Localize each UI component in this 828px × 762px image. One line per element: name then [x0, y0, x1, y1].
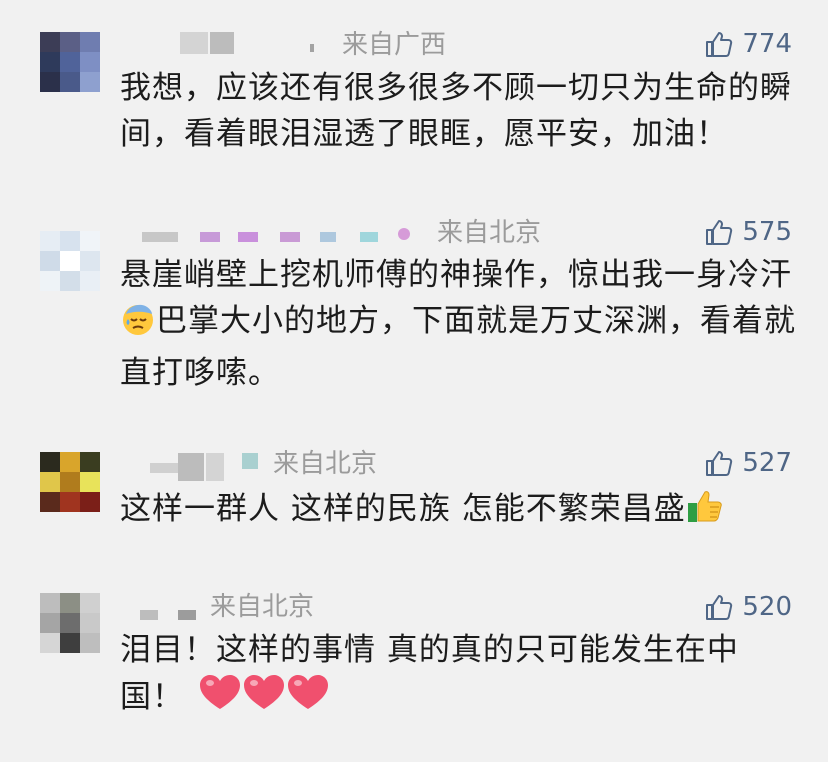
comment-location: 来自北京 [273, 449, 378, 479]
avatar-pixel [60, 72, 80, 92]
thumbs-up-emoji-icon [686, 485, 726, 538]
like-button[interactable]: 520 [704, 591, 792, 623]
thumbs-up-icon [704, 29, 734, 59]
avatar-pixel [60, 593, 80, 613]
avatar-pixel [40, 492, 60, 512]
comment-text: 这样一群人 这样的民族 怎能不繁荣昌盛 [120, 485, 800, 538]
avatar-pixel [40, 472, 60, 492]
avatar-pixel [40, 593, 60, 613]
avatar-pixel [40, 72, 60, 92]
comment-location: 来自北京 [437, 218, 542, 248]
avatar-pixel [60, 492, 80, 512]
avatar-pixel [40, 613, 60, 633]
avatar-pixel [80, 231, 100, 251]
comment-text: 泪目！这样的事情 真的真的只可能发生在中国！ [120, 627, 800, 726]
like-count: 575 [742, 217, 792, 247]
avatar-pixel [80, 72, 100, 92]
avatar-pixel [80, 633, 100, 653]
like-count: 774 [742, 29, 792, 59]
avatar-pixel [60, 251, 80, 271]
comment-text: 我想，应该还有很多很多不顾一切只为生命的瞬间，看着眼泪湿透了眼眶，愿平安，加油！ [120, 70, 792, 152]
thumbs-up-icon [704, 448, 734, 478]
comment-location: 来自广西 [342, 30, 447, 60]
avatar-pixel [80, 251, 100, 271]
like-count: 520 [742, 592, 792, 622]
avatar-pixel [40, 271, 60, 291]
avatar-pixel [60, 32, 80, 52]
like-button[interactable]: 527 [704, 447, 792, 479]
avatar-pixel [40, 231, 60, 251]
avatar-pixel [60, 633, 80, 653]
avatar[interactable] [40, 231, 100, 291]
comment-location: 来自北京 [210, 592, 315, 622]
avatar-pixel [60, 271, 80, 291]
avatar-pixel [60, 231, 80, 251]
avatar[interactable] [40, 452, 100, 512]
avatar-pixel [40, 633, 60, 653]
avatar[interactable] [40, 32, 100, 92]
avatar-pixel [60, 52, 80, 72]
like-button[interactable]: 575 [704, 216, 792, 248]
avatar-pixel [80, 52, 100, 72]
avatar-pixel [40, 52, 60, 72]
avatar-pixel [60, 472, 80, 492]
thumbs-up-icon [704, 217, 734, 247]
comment-text-part: 悬崖峭壁上挖机师傅的神操作，惊出我一身冷汗 [120, 257, 792, 293]
avatar-pixel [40, 32, 60, 52]
avatar-pixel [40, 251, 60, 271]
avatar-pixel [60, 613, 80, 633]
avatar-pixel [40, 452, 60, 472]
like-button[interactable]: 774 [704, 28, 792, 60]
like-count: 527 [742, 448, 792, 478]
hearts-icon [198, 673, 330, 726]
avatar[interactable] [40, 593, 100, 653]
avatar-pixel [80, 613, 100, 633]
thumbs-up-icon [704, 592, 734, 622]
comment-text: 悬崖峭壁上挖机师傅的神操作，惊出我一身冷汗巴掌大小的地方，下面就是万丈深渊，看着… [120, 252, 800, 396]
avatar-pixel [80, 32, 100, 52]
avatar-pixel [80, 472, 100, 492]
avatar-pixel [60, 452, 80, 472]
avatar-pixel [80, 593, 100, 613]
comment-text-part: 巴掌大小的地方，下面就是万丈深渊，看着就直打哆嗦。 [120, 303, 796, 391]
avatar-pixel [80, 452, 100, 472]
comment-text-part: 这样一群人 这样的民族 怎能不繁荣昌盛 [120, 491, 686, 527]
sweat-face-icon [120, 301, 156, 350]
avatar-pixel [80, 271, 100, 291]
avatar-pixel [80, 492, 100, 512]
